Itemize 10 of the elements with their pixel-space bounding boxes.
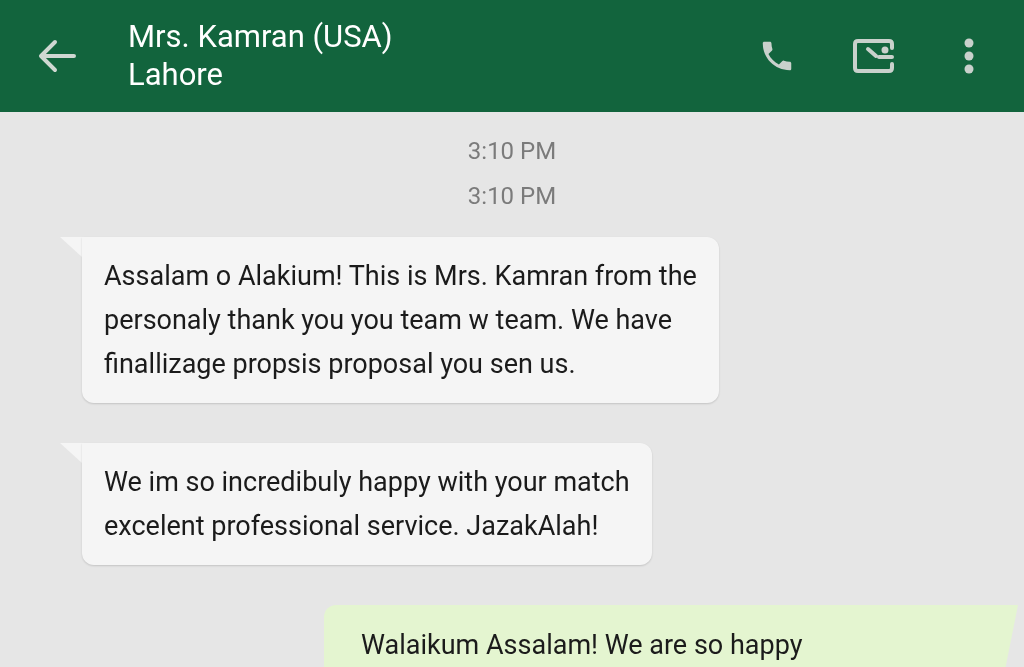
timestamp: 3:10 PM (467, 181, 557, 212)
contact-name: Mrs. Kamran (USA) (128, 18, 393, 56)
bubble-tail (60, 237, 82, 257)
back-arrow-icon[interactable] (38, 39, 76, 73)
bubble-tail (60, 443, 82, 463)
incoming-message: We im so incredibuly happy with your match excelent professional service. JazakAlah! (82, 443, 652, 565)
timestamp: 3:10 PM (467, 136, 557, 167)
incoming-message: Assalam o Alakium! This is Mrs. Kamran from the personaly thank you you team w team. We have finallizage propsis proposal you sen us. (82, 237, 719, 403)
more-options-icon[interactable] (964, 38, 974, 74)
contact-location: Lahore (128, 56, 224, 94)
